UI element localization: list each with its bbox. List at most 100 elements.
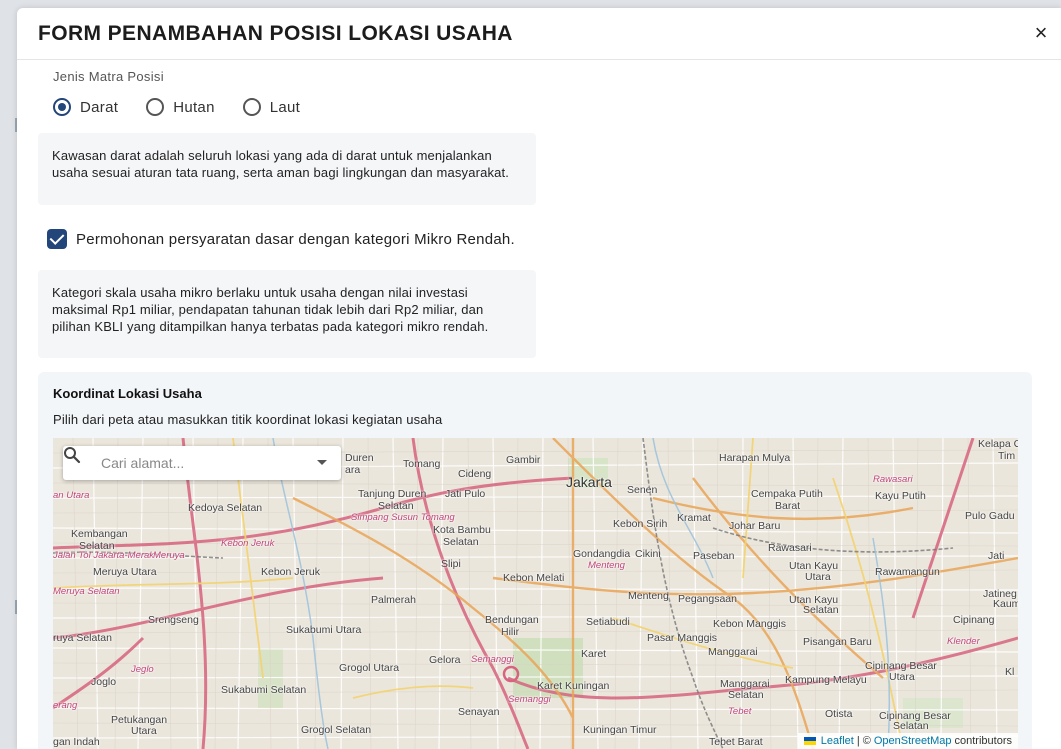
mikro-rendah-checkbox-row[interactable]: Permohonan persyaratan dasar dengan kate… [47,229,515,249]
map-label: Kedoya Selatan [188,502,263,514]
map-label: Kaum [993,598,1018,610]
map-label: Manggarai [708,646,758,658]
map-label: Kebon Jeruk [261,566,320,578]
map-view[interactable]: Jakarta Harapan Mulya Kelapa G Tim Gambi… [53,438,1018,749]
map-label: Rawasari [873,474,913,485]
address-search-box[interactable] [63,446,341,480]
map-label: Jati Pulo [445,488,486,500]
attribution-separator: | © [856,735,871,747]
modal-header: FORM PENAMBAHAN POSISI LOKASI USAHA × [17,8,1061,60]
map-label: Selatan [803,604,839,616]
koordinat-subtitle: Pilih dari peta atau masukkan titik koor… [53,412,443,427]
map-label: Cikini [635,548,661,560]
map-label: Kota Bambu [433,524,491,536]
map-label: Gondangdia [573,548,631,560]
radio-button-icon[interactable] [242,98,261,116]
map-label: Menteng [588,560,625,571]
map-label: Pisangan Baru [803,636,872,648]
map-label: Tebet [728,706,752,717]
map-attribution: Leaflet | © OpenStreetMap contributors [797,733,1018,749]
koordinat-panel: Koordinat Lokasi Usaha Pilih dari peta a… [38,372,1032,749]
map-label: Grogol Selatan [301,724,372,736]
map-label: Selatan [728,689,764,701]
checkbox-checked-icon[interactable] [47,229,67,249]
map-label: Setiabudi [586,616,630,628]
leaflet-link[interactable]: Leaflet [821,735,854,747]
map-label: Kayu Putih [875,490,926,502]
map-label: Tomang [403,458,441,470]
map-label: Hilir [501,626,520,638]
map-label: Kebon Jeruk [221,538,275,549]
map-label: Senayan [458,706,500,718]
map-label: Paseban [693,550,735,562]
map-label: Selatan [443,536,479,548]
radio-button-icon[interactable] [53,98,71,116]
map-label: erang [53,700,78,711]
map-label: Gelora [429,654,461,666]
map-label: Meruya [153,550,185,561]
map-label: Selatan [378,500,414,512]
map-label: Bendungan [485,614,539,626]
map-label: an Utara [53,490,90,501]
radio-hutan[interactable]: Hutan [146,98,215,116]
mikro-rendah-checkbox-label: Permohonan persyaratan dasar dengan kate… [76,230,515,248]
map-label: Pasar Manggis [647,632,718,644]
map-label: Kl [1005,666,1015,678]
darat-info-box: Kawasan darat adalah seluruh lokasi yang… [38,133,536,205]
jenis-matra-label: Jenis Matra Posisi [53,69,164,84]
map-label: Menteng [628,590,669,602]
map-label: Kramat [677,512,711,524]
map-label: Rawamangun [875,566,940,578]
chevron-down-icon[interactable] [317,460,327,465]
radio-laut[interactable]: Laut [242,98,301,116]
modal-title: FORM PENAMBAHAN POSISI LOKASI USAHA [38,22,513,45]
map-label: Joglo [91,676,117,688]
map-label: Sukabumi Utara [286,624,362,636]
map-label: Johar Baru [729,520,781,532]
map-label: Klender [947,636,980,647]
map-label: Jeglo [131,664,154,675]
radio-label-laut: Laut [269,98,301,116]
jenis-matra-radio-group: Darat Hutan Laut [53,98,328,116]
map-label: Harapan Mulya [719,452,791,464]
map-label: Kebon Sirih [613,518,668,530]
map-label: Karet [581,648,607,660]
map-label: ruya Selatan [53,632,112,644]
map-label: Kelapa G [978,438,1018,450]
map-label: Simpang Susun Tomang [351,512,455,523]
map-label: Jalan Tol Jakarta-Merak [53,550,155,561]
map-label: Selatan [893,720,929,732]
map-label: Kembangan [71,528,128,540]
map-label: Kebon Manggis [713,618,786,630]
map-label: Cempaka Putih [751,488,823,500]
radio-darat[interactable]: Darat [53,98,118,116]
openstreetmap-link[interactable]: OpenStreetMap [874,735,952,747]
map-label: Gambir [506,454,541,466]
map-label: Utara [131,725,157,737]
address-search-input[interactable] [101,446,311,480]
map-label: Pulo Gadu [965,510,1015,522]
map-label: Tanjung Duren [358,488,427,500]
map-label: Otista [825,708,853,720]
map-label: ara [345,464,361,476]
radio-button-icon[interactable] [146,98,165,116]
map-label: Grogol Utara [339,662,400,674]
map-label: Jati [988,550,1005,562]
map-label: Sukabumi Selatan [221,684,307,696]
map-label: Cideng [458,468,492,480]
map-label: Pegangsaan [678,593,737,605]
map-label: Slipi [441,558,461,570]
radio-label-darat: Darat [80,98,119,116]
map-label: Palmerah [371,594,416,606]
koordinat-title: Koordinat Lokasi Usaha [53,386,202,401]
map-label: Meruya Utara [93,566,157,578]
map-label: Semanggi [508,694,551,705]
map-label: Utara [805,571,831,583]
map-label: Srengseng [148,614,199,626]
map-label: Kebon Melati [503,572,565,584]
map-label: Cipinang [953,614,995,626]
map-label: Utara [889,671,915,683]
ukraine-flag-icon [803,737,816,745]
mikro-info-box: Kategori skala usaha mikro berlaku untuk… [38,270,536,358]
close-icon[interactable]: × [1030,22,1052,44]
